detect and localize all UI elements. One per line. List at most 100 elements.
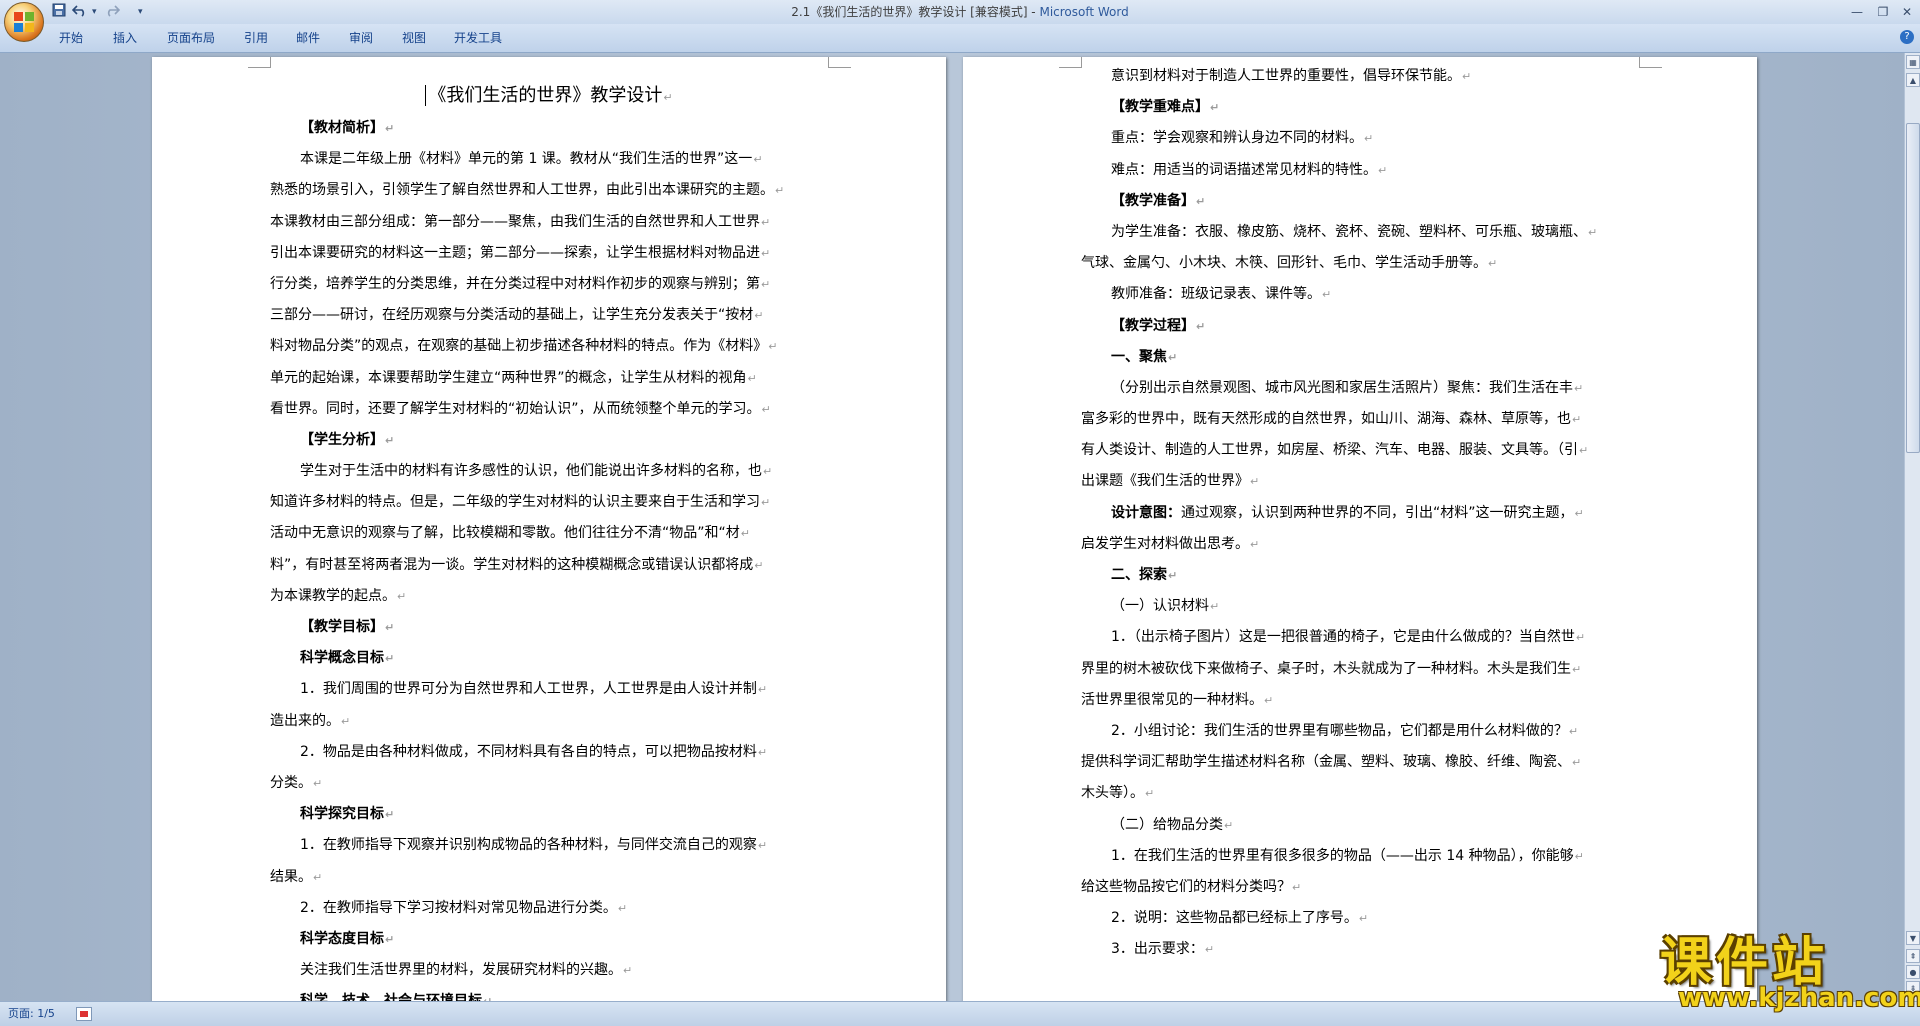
paragraph-mark: ↵ [1224, 818, 1234, 832]
line-text: 3．出示要求： [1111, 941, 1204, 958]
text-line: 提供科学词汇帮助学生描述材料名称（金属、塑料、玻璃、橡胶、纤维、陶瓷、↵ [1081, 747, 1639, 778]
text-line: （二）给物品分类↵ [1081, 810, 1639, 841]
paragraph-mark: ↵ [1568, 724, 1579, 738]
paragraph-mark: ↵ [663, 91, 673, 104]
document-page-2[interactable]: 意识到材料对于制造人工世界的重要性，倡导环保节能。↵ 【教学重难点】↵ 重点：学会观… [963, 57, 1757, 1001]
line-text: 造出来的。 [270, 712, 340, 729]
line-text: 一、聚焦 [1111, 348, 1167, 365]
page-2-text: 意识到材料对于制造人工世界的重要性，倡导环保节能。↵ 【教学重难点】↵ 重点：学会观… [1081, 61, 1639, 965]
line-text: 界里的树木被砍伐下来做椅子、桌子时，木头就成为了一种材料。木头是我们生 [1081, 660, 1571, 677]
watermark-logo: 课件站 www.kjzhan.com [1660, 920, 1920, 1020]
document-title-text: 2.1《我们生活的世界》教学设计 [兼容模式] - [791, 5, 1040, 19]
office-logo-icon [14, 12, 34, 32]
line-text: 提供科学词汇帮助学生描述材料名称（金属、塑料、玻璃、橡胶、纤维、陶瓷、 [1081, 754, 1571, 771]
text-line: 1．我们周围的世界可分为自然世界和人工世界，人工世界是由人设计并制↵ [270, 674, 828, 705]
line-text: 料对物品分类”的观点，在观察的基础上初步描述各种材料的特点。作为《材料》 [270, 338, 768, 355]
line-text: 2．说明：这些物品都已经标上了序号。 [1111, 910, 1358, 927]
paragraph-mark: ↵ [397, 589, 407, 603]
document-page-1[interactable]: 《我们生活的世界》教学设计↵ 【教材简析】↵ 本课是二年级上册《材料》单元的第 1… [152, 57, 946, 1001]
tab-insert[interactable]: 插入 [107, 28, 143, 48]
paragraph-mark: ↵ [1572, 413, 1582, 427]
ruler-toggle-icon[interactable]: ▦ [1906, 55, 1920, 69]
text-line: 2．在教师指导下学习按材料对常见物品进行分类。↵ [270, 893, 828, 924]
paragraph-mark: ↵ [1572, 756, 1582, 770]
margin-corner-mark [828, 57, 851, 68]
minimize-icon[interactable]: — [1844, 3, 1870, 21]
text-line: 关注我们生活世界里的材料，发展研究材料的兴趣。↵ [270, 955, 828, 986]
line-text: 启发学生对材料做出思考。 [1081, 535, 1249, 552]
text-line: 活世界里很常见的一种材料。↵ [1081, 685, 1639, 716]
line-text: 1．在我们生活的世界里有很多很多的物品（——出示 14 种物品），你能够 [1111, 847, 1574, 864]
text-line: 给这些物品按它们的材料分类吗？↵ [1081, 872, 1639, 903]
text-line: 活动中无意识的观察与了解，比较模糊和零散。他们往往分不清“物品”和“材↵ [270, 518, 828, 549]
text-line: 行分类，培养学生的分类思维，并在分类过程中对材料作初步的观察与辨别；第↵ [270, 269, 828, 300]
line-text: 通过观察，认识到两种世界的不同，引出“材料”这一研究主题， [1181, 504, 1574, 521]
paragraph-mark: ↵ [1588, 225, 1598, 239]
line-text: 科学态度目标 [300, 930, 384, 947]
text-line: 科学、技术、社会与环境目标↵ [270, 986, 828, 1001]
paragraph-mark: ↵ [313, 870, 323, 884]
office-button[interactable] [4, 2, 44, 42]
tab-home[interactable]: 开始 [53, 28, 89, 48]
tab-page-layout[interactable]: 页面布局 [161, 28, 221, 48]
page-count[interactable]: 页面: 1/5 [8, 1002, 55, 1026]
help-icon[interactable]: ? [1900, 30, 1914, 44]
line-text: 【教学过程】 [1111, 317, 1195, 334]
text-line: 1．在我们生活的世界里有很多很多的物品（——出示 14 种物品），你能够↵ [1081, 841, 1639, 872]
document-title: 《我们生活的世界》教学设计↵ [270, 79, 828, 113]
line-text: 有人类设计、制造的人工世界，如房屋、桥梁、汽车、电器、服装、文具等。（引 [1081, 442, 1578, 459]
scroll-thumb[interactable] [1906, 123, 1920, 453]
line-text: 科学探究目标 [300, 806, 384, 823]
paragraph-mark: ↵ [1250, 475, 1260, 489]
tab-mailings[interactable]: 邮件 [290, 28, 326, 48]
vertical-scrollbar[interactable]: ▦ ▲ ▼ ⇞ ● ⇟ [1904, 53, 1920, 1001]
line-text: 木头等）。 [1081, 785, 1144, 802]
paragraph-mark: ↵ [1574, 381, 1584, 395]
ribbon-tabs: 开始 插入 页面布局 引用 邮件 审阅 视图 开发工具 ? [0, 24, 1920, 53]
paragraph-mark: ↵ [1145, 787, 1155, 801]
line-text: （二）给物品分类 [1111, 816, 1223, 833]
paragraph-mark: ↵ [1210, 101, 1220, 115]
text-line: 造出来的。↵ [270, 706, 828, 737]
paragraph-mark: ↵ [1574, 849, 1584, 863]
text-line: 引出本课要研究的材料这一主题；第二部分——探索，让学生根据材料对物品进↵ [270, 238, 828, 269]
text-line: 本课是二年级上册《材料》单元的第 1 课。教材从“我们生活的世界”这一↵ [270, 144, 828, 175]
paragraph-mark: ↵ [1204, 943, 1215, 957]
paragraph-mark: ↵ [385, 652, 395, 666]
bold-label: 设计意图： [1111, 504, 1181, 521]
paragraph-mark: ↵ [754, 309, 764, 323]
paragraph-mark: ↵ [1210, 600, 1220, 614]
window-title: 2.1《我们生活的世界》教学设计 [兼容模式] - Microsoft Word [0, 0, 1920, 24]
line-text: 【教学重难点】 [1111, 99, 1209, 116]
tab-view[interactable]: 视图 [396, 28, 432, 48]
line-text: 2．小组讨论：我们生活的世界里有哪些物品，它们都是用什么材料做的？ [1111, 722, 1568, 739]
paragraph-mark: ↵ [757, 745, 768, 759]
tab-developer[interactable]: 开发工具 [448, 28, 508, 48]
paragraph-mark: ↵ [1322, 288, 1332, 302]
line-text: 意识到材料对于制造人工世界的重要性，倡导环保节能。 [1111, 68, 1461, 84]
restore-icon[interactable]: ❐ [1870, 3, 1896, 21]
tab-review[interactable]: 审阅 [343, 28, 379, 48]
proofing-icon[interactable] [76, 1007, 92, 1021]
close-icon[interactable]: ✕ [1894, 3, 1920, 21]
paragraph-mark: ↵ [1488, 257, 1498, 271]
line-text: 行分类，培养学生的分类思维，并在分类过程中对材料作初步的观察与辨别；第 [270, 275, 760, 292]
text-line: 为本课教学的起点。↵ [270, 581, 828, 612]
app-name: Microsoft Word [1039, 5, 1129, 19]
line-text: 科学概念目标 [300, 650, 384, 667]
paragraph-mark: ↵ [1264, 693, 1274, 707]
paragraph-mark: ↵ [757, 839, 768, 853]
line-text: 知道许多材料的特点。但是，二年级的学生对材料的认识主要来自于生活和学习 [270, 494, 760, 511]
text-line: 二、探索↵ [1081, 560, 1639, 591]
scroll-up-icon[interactable]: ▲ [1906, 73, 1920, 87]
text-line: 难点：用适当的词语描述常见材料的特性。↵ [1081, 155, 1639, 186]
paragraph-mark: ↵ [740, 527, 750, 541]
text-line: 【教学过程】↵ [1081, 311, 1639, 342]
paragraph-mark: ↵ [385, 932, 395, 946]
line-text: 2．物品是由各种材料做成，不同材料具有各自的特点，可以把物品按材料 [300, 743, 757, 760]
line-text: 关注我们生活世界里的材料，发展研究材料的兴趣。 [300, 962, 622, 979]
text-line: 分类。↵ [270, 768, 828, 799]
paragraph-mark: ↵ [747, 371, 757, 385]
line-text: 学生对于生活中的材料有许多感性的认识，他们能说出许多材料的名称，也 [300, 463, 762, 480]
tab-references[interactable]: 引用 [238, 28, 274, 48]
